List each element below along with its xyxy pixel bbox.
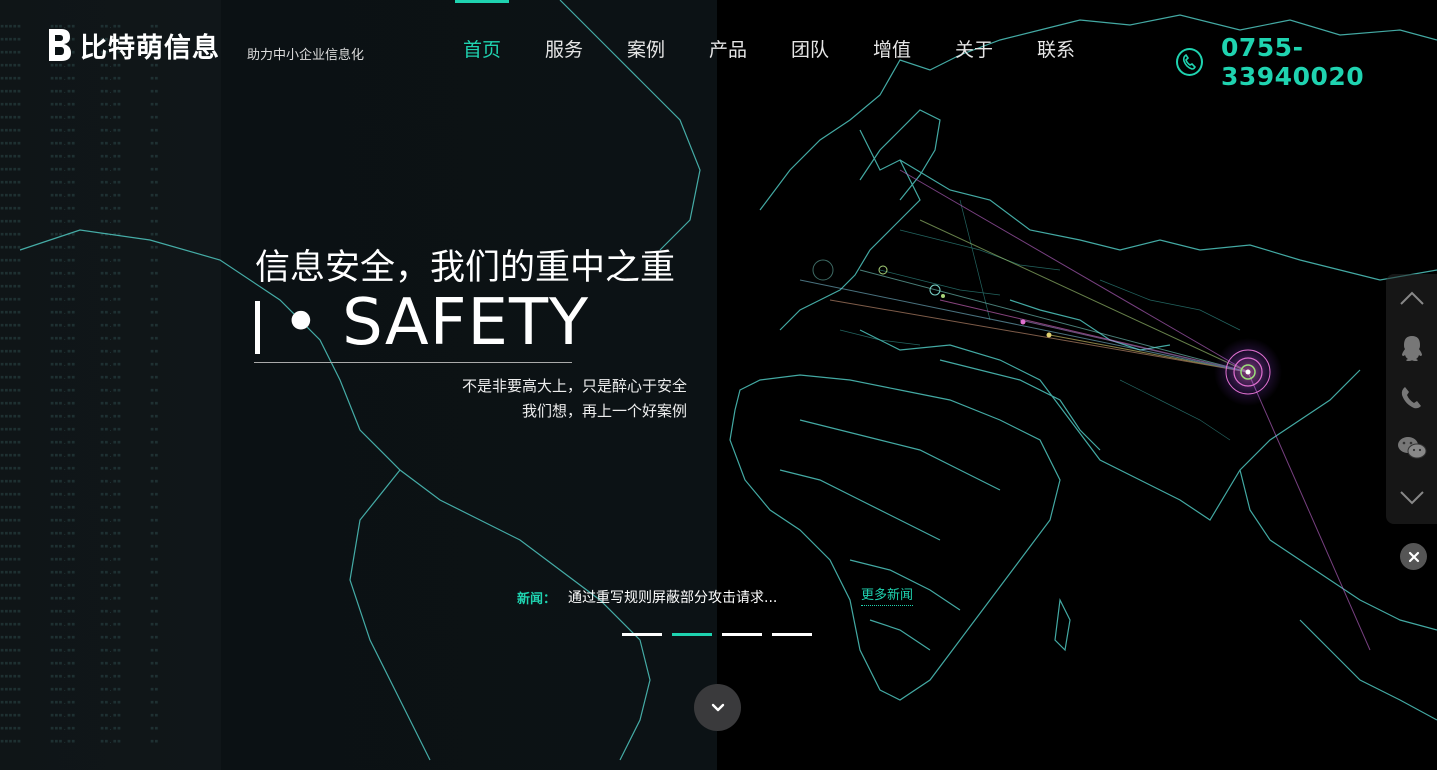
hero-title: 信息安全，我们的重中之重 [255, 248, 676, 288]
side-scroll-up-button[interactable] [1386, 274, 1437, 322]
brand-tagline: 助力中小企业信息化 [247, 48, 365, 63]
hero-subtitle-block: • SAFETY [254, 286, 588, 363]
close-icon [1408, 551, 1419, 562]
hero-tagline-line-2: 我们想，再上一个好案例 [521, 402, 687, 420]
world-map-background [19, 0, 1437, 761]
hero-tagline-line-1: 不是非要高大上，只是醉心于安全 [461, 377, 687, 395]
hero-subtitle: • SAFETY [282, 286, 590, 360]
hero-accent-bar [255, 301, 260, 354]
main-nav: 首页 服务 案例 产品 团队 增值 关于 联系 [441, 0, 1097, 100]
header-phone[interactable]: 0755-33940020 [1176, 33, 1437, 91]
slider-pagination [622, 633, 812, 636]
site-header: 比特萌信息 助力中小企业信息化 首页 服务 案例 产品 团队 增值 关于 联系 … [0, 0, 1437, 100]
qq-icon [1401, 336, 1422, 361]
chevron-down-icon [711, 703, 724, 711]
nav-item-team[interactable]: 团队 [769, 0, 851, 100]
phone-number: 0755-33940020 [1220, 33, 1365, 91]
nav-item-home[interactable]: 首页 [441, 0, 523, 100]
more-news-link[interactable]: 更多新闻 [861, 584, 914, 606]
b-logo-icon[interactable] [46, 27, 72, 63]
nav-item-value-added[interactable]: 增值 [851, 0, 933, 100]
side-toolbar-close-button[interactable] [1400, 543, 1427, 570]
page-root: ▪▪▪▪▪▪▪▪.▪▪▪▪.▪▪▪▪▪▪▪▪▪▪▪▪.▪▪▪▪.▪▪▪▪▪▪▪▪… [0, 0, 1437, 770]
news-headline-link[interactable]: 通过重写规则屏蔽部分攻击请求... [568, 587, 777, 607]
phone-icon [1176, 48, 1203, 76]
scroll-down-button[interactable] [694, 684, 741, 731]
nav-item-products[interactable]: 产品 [687, 0, 769, 100]
phone-icon [1401, 387, 1421, 409]
side-phone-button[interactable] [1386, 374, 1437, 422]
wechat-icon [1397, 437, 1426, 459]
chevron-up-icon [1399, 291, 1424, 305]
nav-item-about[interactable]: 关于 [933, 0, 1015, 100]
nav-item-contact[interactable]: 联系 [1015, 0, 1097, 100]
news-label: 新闻： [517, 592, 557, 607]
side-qq-button[interactable] [1386, 324, 1437, 372]
side-scroll-down-button[interactable] [1386, 474, 1437, 522]
chevron-down-icon [1399, 491, 1424, 505]
side-wechat-button[interactable] [1386, 424, 1437, 472]
slider-dot-2[interactable] [672, 633, 712, 636]
brand-name[interactable]: 比特萌信息 [80, 26, 220, 65]
nav-item-cases[interactable]: 案例 [605, 0, 687, 100]
side-toolbar [1386, 274, 1437, 524]
slider-dot-3[interactable] [722, 633, 762, 636]
nav-item-services[interactable]: 服务 [523, 0, 605, 100]
slider-dot-1[interactable] [622, 633, 662, 636]
slider-dot-4[interactable] [772, 633, 812, 636]
